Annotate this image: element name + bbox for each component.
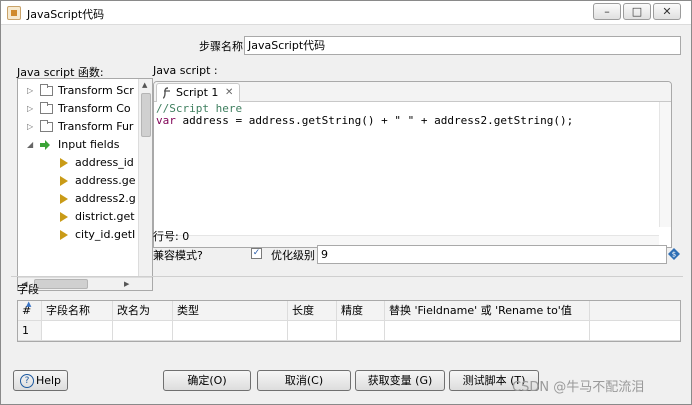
fields-section-label: 字段 [17,283,39,296]
tree-item-transform-constants[interactable]: ▷ Transform Co [18,100,152,118]
tree-vertical-scrollbar[interactable]: ▲ [138,79,152,278]
table-row[interactable]: 1 [18,321,680,341]
optimization-level-input[interactable]: 9 [317,245,667,264]
expand-icon[interactable]: ▷ [27,100,35,118]
script-label: Java script : [153,64,218,77]
dialog-content: 步骤名称 JavaScript代码 Java script 函数: Java s… [7,28,687,402]
help-icon: ? [19,374,34,388]
input-fields-icon [40,140,50,150]
table-cell[interactable] [288,321,337,341]
ok-button[interactable]: 确定(O) [163,370,251,391]
row-index-cell: 1 [18,321,42,341]
compat-mode-label: 兼容模式? [153,249,203,262]
section-divider [11,276,683,277]
code-editor[interactable]: //Script here var address = address.getSt… [156,103,573,127]
table-header-row: ▲ # 字段名称 改名为 类型 长度 精度 替换 'Fieldname' 或 '… [18,301,680,321]
table-cell[interactable] [385,321,590,341]
tab-script-1[interactable]: Script 1 ✕ [156,83,240,102]
scroll-right-arrow-icon[interactable]: ▶ [124,280,129,288]
code-keyword: var [156,114,176,127]
column-header-length[interactable]: 长度 [288,301,337,321]
step-name-input[interactable]: JavaScript代码 [244,36,681,55]
variable-icon[interactable]: $ [668,248,680,260]
code-line: var address = address.getString() + " " … [156,115,573,127]
collapse-icon[interactable]: ◢ [27,136,35,154]
maximize-button[interactable]: □ [623,3,651,20]
watermark: CSDN @牛马不配流泪 [512,380,645,395]
scroll-up-arrow-icon[interactable]: ▲ [142,81,147,89]
code-vertical-scrollbar[interactable] [659,102,671,227]
tree-item-field[interactable]: address_id [18,154,152,172]
tree-item-field[interactable]: district.get [18,208,152,226]
expand-icon[interactable]: ▷ [27,118,35,136]
column-header-replace[interactable]: 替换 'Fieldname' 或 'Rename to'值 [385,301,590,321]
tree-item-field[interactable]: address2.g [18,190,152,208]
sort-arrow-icon: ▲ [26,301,32,308]
svg-text:$: $ [672,251,676,259]
field-icon [60,176,68,186]
script-editor-panel: Script 1 ✕ //Script here var address = ad… [153,81,672,248]
app-icon [7,6,21,20]
field-icon [60,212,68,222]
expand-icon[interactable]: ▷ [27,82,35,100]
cancel-button[interactable]: 取消(C) [257,370,351,391]
step-name-label: 步骤名称 [199,40,243,53]
tree-item-transform-functions[interactable]: ▷ Transform Fur [18,118,152,136]
tab-label: Script 1 [176,86,219,99]
line-number-label: 行号: 0 [153,230,190,243]
help-button[interactable]: ? Help [13,370,68,391]
tree-item-transform-scripts[interactable]: ▷ Transform Scr [18,82,152,100]
field-icon [60,194,68,204]
field-icon [60,230,68,240]
window-title: JavaScript代码 [27,8,105,21]
folder-icon [40,120,53,132]
column-header-type[interactable]: 类型 [173,301,288,321]
tree-item-field[interactable]: address.ge [18,172,152,190]
column-header-precision[interactable]: 精度 [337,301,385,321]
column-header-field-name[interactable]: 字段名称 [42,301,113,321]
column-header-rename[interactable]: 改名为 [113,301,173,321]
tree-item-input-fields[interactable]: ◢ Input fields [18,136,152,154]
close-button[interactable]: ✕ [653,3,681,20]
table-cell[interactable] [113,321,173,341]
title-bar: JavaScript代码 – □ ✕ [1,1,691,25]
script-icon [162,87,170,99]
table-cell[interactable] [337,321,385,341]
minimize-button[interactable]: – [593,3,621,20]
tree-horizontal-scroll-thumb[interactable] [34,279,88,289]
tree-vertical-scroll-thumb[interactable] [141,93,151,137]
column-header-index[interactable]: ▲ # [18,301,42,321]
dialog-window: JavaScript代码 – □ ✕ 步骤名称 JavaScript代码 Jav… [0,0,692,405]
function-tree[interactable]: ▷ Transform Scr ▷ Transform Co ▷ Transfo… [17,78,153,291]
table-cell[interactable] [42,321,113,341]
code-statement: address = address.getString() + " " + ad… [175,114,574,127]
field-icon [60,158,68,168]
column-header-filler [590,301,680,321]
script-tab-strip: Script 1 ✕ [154,82,671,102]
fields-table[interactable]: ▲ # 字段名称 改名为 类型 长度 精度 替换 'Fieldname' 或 '… [17,300,681,342]
get-variables-button[interactable]: 获取变量 (G) [355,370,445,391]
tree-item-field[interactable]: city_id.getI [18,226,152,244]
folder-icon [40,102,53,114]
help-button-label: Help [35,374,62,387]
tab-close-icon[interactable]: ✕ [225,84,233,101]
table-cell-filler [590,321,680,341]
table-cell[interactable] [173,321,288,341]
folder-icon [40,84,53,96]
optimization-level-label: 优化级别 [271,249,315,262]
compat-mode-checkbox[interactable]: ✓ [251,248,262,259]
